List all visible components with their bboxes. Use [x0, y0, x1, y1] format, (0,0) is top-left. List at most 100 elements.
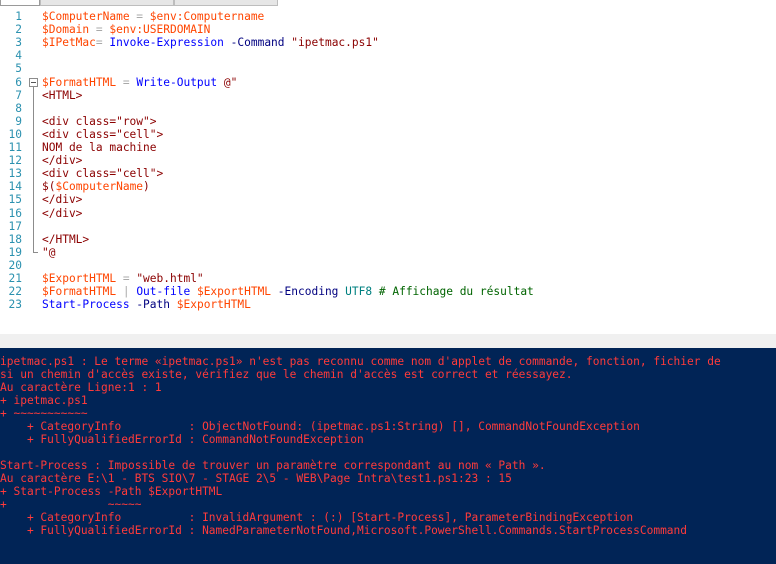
fold-guide-end	[33, 251, 38, 253]
line-number: 23	[8, 298, 22, 312]
code-token: "@	[42, 245, 56, 259]
console-line: + FullyQualifiedErrorId : NamedParameter…	[0, 524, 688, 537]
code-token: # Affichage du résultat	[378, 285, 534, 299]
code-line[interactable]: 9 <div class="row">	[0, 115, 776, 128]
line-number: 9	[15, 114, 22, 128]
code-token: $env:USERDOMAIN	[109, 23, 211, 37]
console-line: Au caractère Ligne:1 : 1	[0, 381, 162, 394]
code-token: <div class="row">	[42, 114, 157, 128]
code-line[interactable]: 14 $($ComputerName)	[0, 180, 776, 193]
code-token: )	[143, 180, 150, 194]
code-token: UTF8	[345, 285, 373, 299]
code-text: $FormatHTML | Out-file $ExportHTML -Enco…	[42, 285, 534, 298]
code-token: "web.html"	[136, 272, 204, 285]
line-number: 16	[8, 206, 22, 220]
code-token: Out-file	[136, 285, 191, 299]
code-line[interactable]: 20	[0, 259, 776, 272]
code-token: -Command	[230, 36, 285, 50]
line-number: 13	[8, 167, 22, 181]
code-line[interactable]: 23 Start-Process -Path $ExportHTML	[0, 298, 776, 311]
line-number: 8	[15, 101, 22, 115]
fold-guide	[33, 86, 34, 252]
line-number: 6	[15, 75, 22, 89]
script-editor[interactable]: 1 $ComputerName = $env:Computername 2 $Doma…	[0, 6, 776, 334]
code-token: <div class="cell">	[42, 127, 164, 141]
code-line[interactable]: 2 $Domain = $env:USERDOMAIN	[0, 23, 776, 36]
code-line[interactable]: 13 <div class="cell">	[0, 167, 776, 180]
code-token: $env:Computername	[149, 10, 265, 23]
line-number: 18	[8, 232, 22, 246]
line-number: 2	[15, 23, 22, 37]
code-line[interactable]: 4	[0, 49, 776, 62]
code-token: $ExportHTML	[196, 285, 272, 299]
line-number: 15	[8, 193, 22, 207]
code-token: </div>	[42, 206, 83, 220]
code-token: $Domain	[42, 23, 90, 37]
code-token: $IPetMac	[42, 36, 96, 50]
code-token: |	[116, 285, 137, 299]
code-line[interactable]: 3 $IPetMac= Invoke-Expression -Command "i…	[0, 36, 776, 49]
code-text: <div class="row">	[42, 115, 157, 128]
code-line[interactable]: 10 <div class="cell">	[0, 128, 776, 141]
line-number: 3	[15, 36, 22, 50]
line-number: 4	[15, 49, 22, 63]
line-number: 17	[8, 219, 22, 233]
code-text: $Domain = $env:USERDOMAIN	[42, 23, 210, 36]
code-token: =	[116, 75, 137, 89]
code-text: $ExportHTML = "web.html"	[42, 272, 204, 285]
code-line[interactable]: 7 <HTML>	[0, 89, 776, 102]
pane-splitter[interactable]	[0, 334, 776, 348]
code-text: </div>	[42, 154, 82, 167]
code-token: =	[95, 36, 110, 50]
code-line[interactable]: 11 NOM de la machine	[0, 141, 776, 154]
line-number: 20	[8, 258, 22, 272]
code-token: </HTML>	[42, 232, 90, 246]
code-text: NOM de la machine	[42, 141, 157, 154]
code-text: <div class="cell">	[42, 128, 163, 141]
code-line[interactable]: 1 $ComputerName = $env:Computername	[0, 10, 776, 23]
code-token: =	[89, 23, 110, 37]
code-line[interactable]: 22 $FormatHTML | Out-file $ExportHTML -En…	[0, 285, 776, 298]
code-line[interactable]: 19 "@	[0, 246, 776, 259]
code-text: "@	[42, 246, 55, 259]
line-number: 11	[8, 141, 22, 154]
fold-collapse-icon[interactable]	[29, 77, 38, 87]
console-line: + ipetmac.ps1	[0, 394, 88, 407]
code-line[interactable]: 17	[0, 220, 776, 233]
code-line[interactable]: 6 $FormatHTML = Write-Output @"	[0, 76, 776, 89]
code-line[interactable]: 15 </div>	[0, 193, 776, 206]
code-token: </div>	[42, 193, 83, 207]
code-token: =	[116, 272, 137, 285]
console-line: + FullyQualifiedErrorId : CommandNotFoun…	[0, 433, 364, 446]
code-line[interactable]: 18 </HTML>	[0, 233, 776, 246]
code-token: -Encoding	[277, 285, 339, 299]
line-number: 5	[15, 62, 22, 76]
code-line[interactable]: 8	[0, 102, 776, 115]
console-line: + ~~~~~~~~~~~	[0, 407, 88, 420]
code-line[interactable]: 16 </div>	[0, 207, 776, 220]
code-line[interactable]: 5	[0, 62, 776, 75]
line-number: 12	[8, 154, 22, 168]
code-text: $FormatHTML = Write-Output @"	[42, 76, 237, 89]
line-number: 19	[8, 245, 22, 259]
code-token: Write-Output	[136, 75, 218, 89]
code-line[interactable]: 12 </div>	[0, 154, 776, 167]
code-token: Start-Process	[42, 298, 130, 312]
line-number: 10	[8, 127, 22, 141]
console-line: si un chemin d'accès existe, vérifiez qu…	[0, 368, 573, 381]
line-number: 21	[8, 272, 22, 285]
code-line[interactable]: 21 $ExportHTML = "web.html"	[0, 272, 776, 285]
code-token: Invoke-Expression	[109, 36, 224, 50]
code-token: $(	[42, 180, 56, 194]
code-text: </HTML>	[42, 233, 89, 246]
line-number: 1	[15, 10, 22, 23]
console-line: Start-Process : Impossible de trouver un…	[0, 459, 546, 472]
code-text: <HTML>	[42, 89, 82, 102]
code-text: </div>	[42, 193, 82, 206]
console-pane[interactable]: ipetmac.ps1 : Le terme «ipetmac.ps1» n'e…	[0, 348, 776, 564]
